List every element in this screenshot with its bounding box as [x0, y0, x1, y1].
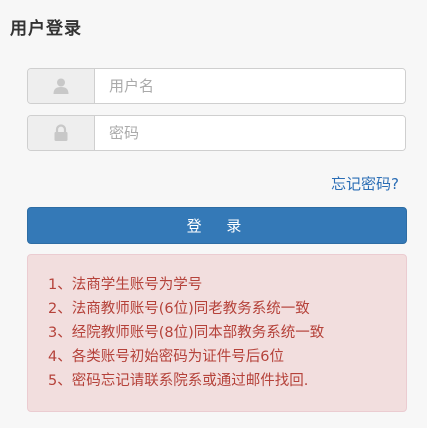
notice-item: 5、密码忘记请联系院系或通过邮件找回. — [48, 373, 309, 389]
username-field — [27, 68, 406, 104]
password-input[interactable] — [95, 116, 405, 150]
notice-list: 1、法商学生账号为学号 2、法商教师账号(6位)同老教务系统一致 3、经院教师账… — [48, 273, 406, 393]
forgot-password-link[interactable]: 忘记密码? — [331, 173, 399, 194]
username-input[interactable] — [95, 69, 405, 103]
username-addon — [28, 69, 95, 103]
notice-box: 1、法商学生账号为学号 2、法商教师账号(6位)同老教务系统一致 3、经院教师账… — [27, 254, 407, 412]
lock-icon — [54, 124, 68, 141]
password-addon — [28, 116, 95, 150]
page-title: 用户登录 — [10, 19, 82, 39]
user-icon — [53, 78, 69, 94]
notice-item: 3、经院教师账号(8位)同本部教务系统一致 — [48, 325, 325, 341]
notice-item: 1、法商学生账号为学号 — [48, 277, 203, 293]
login-page: 用户登录 忘记密码? 登 录 1、法商学生账号为学号 2、法商教师账号(6位)同… — [0, 0, 427, 428]
notice-item: 4、各类账号初始密码为证件号后6位 — [48, 349, 284, 365]
notice-item: 2、法商教师账号(6位)同老教务系统一致 — [48, 301, 310, 317]
login-button[interactable]: 登 录 — [27, 207, 407, 244]
password-field — [27, 115, 406, 151]
